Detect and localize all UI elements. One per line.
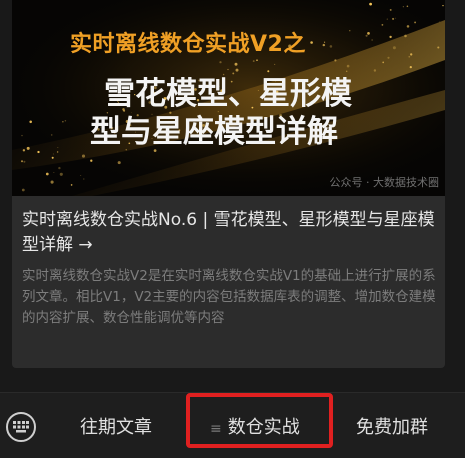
sparkle (57, 147, 59, 149)
sparkle (64, 120, 67, 122)
sparkle (83, 178, 85, 180)
sparkle (404, 34, 407, 38)
sparkle (256, 59, 258, 62)
menu-history-articles[interactable]: 往期文章 (80, 413, 152, 443)
keyboard-icon[interactable] (6, 412, 36, 442)
sparkle (22, 149, 26, 152)
sparkle (371, 39, 373, 41)
sparkle (53, 172, 55, 173)
sparkle (21, 188, 25, 192)
sparkle (51, 156, 54, 159)
sparkle (402, 6, 404, 8)
sparkle (382, 61, 385, 64)
menu-join-group-label: 免费加群 (356, 417, 428, 438)
sparkle (90, 159, 93, 162)
sparkle (267, 70, 270, 73)
sparkle (437, 46, 440, 49)
sparkle (365, 34, 368, 37)
sparkle (80, 175, 82, 176)
sparkle (373, 69, 377, 72)
sparkle (58, 166, 61, 170)
sparkle (52, 153, 54, 155)
sparkle (409, 65, 412, 69)
sparkle (392, 17, 395, 20)
sparkle (274, 63, 276, 65)
sparkle (389, 8, 392, 11)
sparkle (345, 70, 348, 73)
sparkle (381, 23, 384, 26)
sparkle (322, 43, 326, 47)
sparkle (234, 62, 238, 66)
sparkle (252, 60, 255, 63)
sparkle (37, 150, 40, 154)
sparkle (367, 32, 370, 35)
sparkle (26, 146, 30, 150)
sparkle (389, 35, 392, 39)
sparkle (50, 180, 54, 184)
article-description: 实时离线数仓实战V2是在实时离线数仓实战V1的基础上进行扩展的系列文章。相比V1… (22, 268, 436, 326)
keyboard-icon-glyph (13, 421, 29, 433)
cover-subtitle: 实时离线数仓实战V2之 (70, 32, 306, 57)
sparkle (408, 55, 411, 58)
sparkle (59, 172, 63, 176)
sparkle (392, 46, 396, 50)
cover-watermark: 公众号 · 大数据技术圈 (329, 176, 440, 189)
sparkle (62, 121, 64, 123)
article-card[interactable]: 实时离线数仓实战V2之 雪花模型、星形模 型与星座模型详解 公众号 · 大数据技… (12, 0, 445, 368)
sparkle (45, 172, 49, 176)
sparkle (324, 41, 326, 43)
sparkle (235, 68, 239, 72)
sparkle (29, 120, 32, 124)
sparkle (21, 134, 23, 137)
sparkle (56, 151, 59, 153)
sparkle (219, 61, 222, 64)
sparkle (439, 21, 441, 23)
sparkle (50, 134, 53, 136)
article-cover-image[interactable]: 实时离线数仓实战V2之 雪花模型、星形模 型与星座模型详解 公众号 · 大数据技… (12, 0, 445, 196)
article-title-link[interactable]: 实时离线数仓实战No.6 | 雪花模型、星形模型与星座模型详解 → (22, 208, 442, 258)
sparkle (349, 30, 351, 32)
sparkle (369, 2, 372, 6)
sparkle (410, 53, 413, 56)
menu-join-group[interactable]: 免费加群 (356, 413, 428, 443)
sparkle (227, 68, 229, 71)
cover-title-line1: 雪花模型、星形模 (104, 76, 352, 112)
sparkle (70, 184, 73, 186)
sparkle (81, 154, 86, 158)
highlight-box (186, 393, 333, 448)
sparkle (329, 45, 333, 48)
sparkle (117, 161, 121, 165)
sparkle (442, 4, 444, 7)
sparkle (334, 59, 337, 62)
sparkle (21, 160, 23, 163)
menu-history-label: 往期文章 (80, 417, 152, 438)
sparkle (386, 18, 388, 20)
sparkle (414, 21, 417, 24)
sparkle (23, 160, 26, 163)
sparkle (406, 5, 409, 8)
sparkle (406, 25, 410, 28)
sparkle (395, 17, 397, 19)
sparkle (310, 41, 313, 44)
sparkle (346, 64, 350, 68)
sparkle (387, 56, 390, 59)
cover-title-line2: 型与星座模型详解 (90, 114, 338, 150)
